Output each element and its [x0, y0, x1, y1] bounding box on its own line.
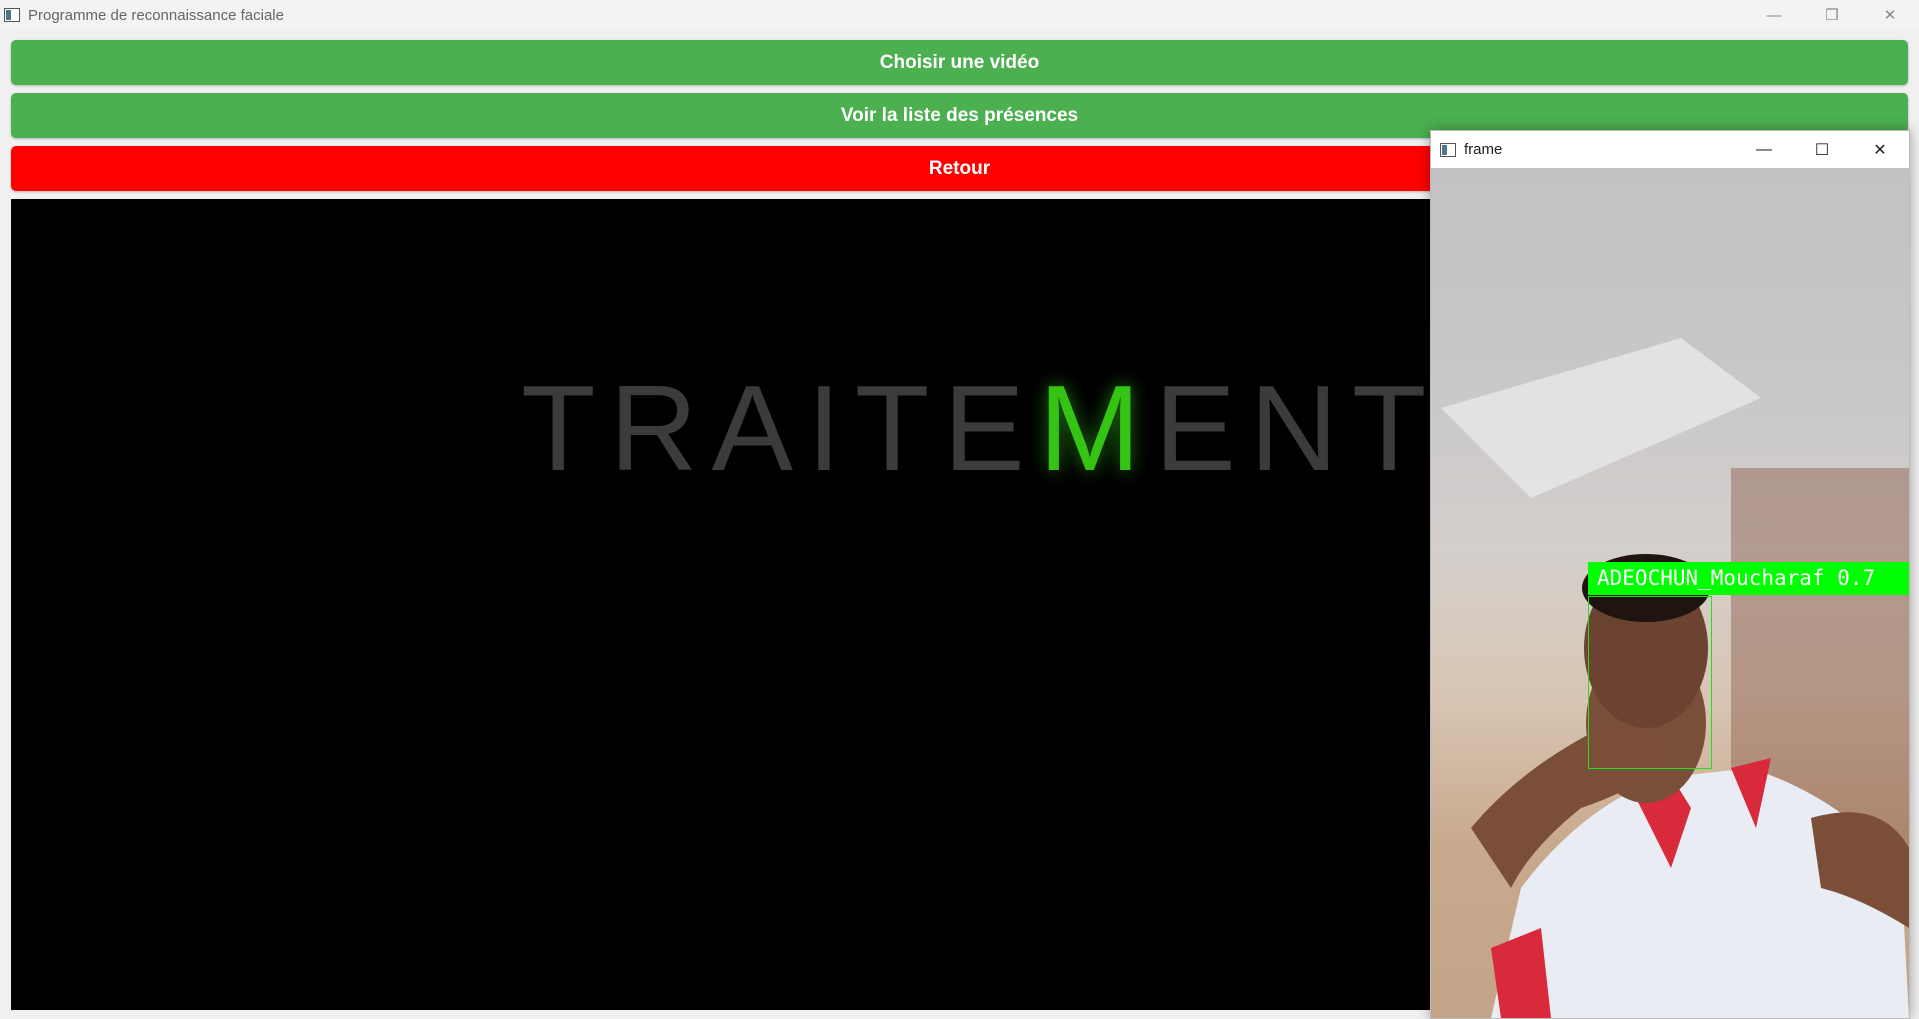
- restore-icon[interactable]: ❐: [1803, 0, 1861, 30]
- app-window-icon: [1440, 142, 1456, 157]
- window-title: Programme de reconnaissance faciale: [28, 6, 284, 24]
- frame-window-controls: — ☐ ✕: [1735, 131, 1909, 168]
- close-icon[interactable]: ✕: [1861, 0, 1919, 30]
- maximize-icon[interactable]: ☐: [1793, 131, 1851, 168]
- app-window-icon: [4, 8, 20, 22]
- minimize-icon[interactable]: —: [1735, 131, 1793, 168]
- choose-video-button[interactable]: Choisir une vidéo: [11, 40, 1908, 85]
- face-detection-box: [1588, 596, 1712, 769]
- window-controls: — ❐ ✕: [1745, 0, 1919, 30]
- processing-text-highlight: M: [1038, 360, 1155, 496]
- processing-text: TRAITEMENT: [521, 367, 1440, 489]
- minimize-icon[interactable]: —: [1745, 0, 1803, 30]
- frame-titlebar[interactable]: frame — ☐ ✕: [1431, 131, 1909, 168]
- close-icon[interactable]: ✕: [1851, 131, 1909, 168]
- main-titlebar: Programme de reconnaissance faciale — ❐ …: [0, 0, 1919, 30]
- processing-text-end: ENT: [1154, 360, 1441, 496]
- face-detection-label: ADEOCHUN_Moucharaf 0.7: [1588, 562, 1909, 595]
- processing-text-start: TRAITE: [521, 360, 1039, 496]
- camera-frame-image: ADEOCHUN_Moucharaf 0.7: [1431, 168, 1909, 1018]
- frame-window[interactable]: frame — ☐ ✕ ADEOCHUN_Moucharaf 0.7: [1430, 130, 1910, 1019]
- frame-title: frame: [1464, 141, 1503, 158]
